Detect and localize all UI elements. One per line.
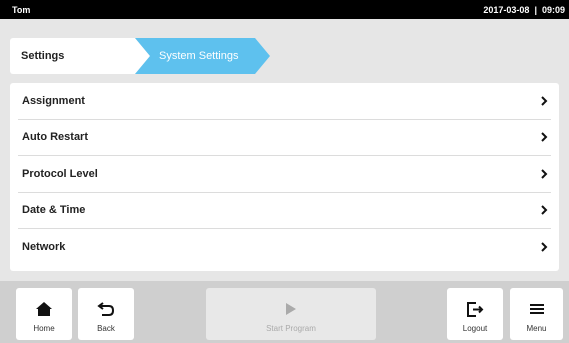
settings-item-label: Protocol Level	[22, 167, 98, 180]
chevron-right-icon	[537, 240, 551, 254]
start-program-button[interactable]: Start Program	[206, 288, 376, 340]
status-bar: Tom 2017-03-08 | 09:09	[0, 0, 569, 19]
logout-icon	[466, 296, 484, 322]
settings-item-date-time[interactable]: Date & Time	[18, 193, 551, 229]
status-date: 2017-03-08	[483, 5, 530, 15]
home-label: Home	[33, 324, 55, 333]
home-icon	[35, 296, 53, 322]
breadcrumb-settings[interactable]: Settings	[10, 38, 150, 74]
back-arrow-icon	[97, 296, 115, 322]
status-datetime: 2017-03-08 | 09:09	[483, 5, 565, 15]
chevron-right-icon	[537, 130, 551, 144]
back-button[interactable]: Back	[78, 288, 134, 340]
chevron-right-icon	[537, 94, 551, 108]
chevron-right-icon	[537, 203, 551, 217]
settings-item-assignment[interactable]: Assignment	[18, 83, 551, 120]
settings-item-label: Date & Time	[22, 204, 86, 217]
settings-list: Assignment Auto Restart Protocol Level D…	[10, 83, 559, 271]
chevron-right-icon	[537, 167, 551, 181]
settings-item-auto-restart[interactable]: Auto Restart	[18, 120, 551, 156]
breadcrumb-system-settings: System Settings	[135, 38, 270, 74]
logout-label: Logout	[462, 324, 488, 333]
logout-button[interactable]: Logout	[447, 288, 503, 340]
settings-item-protocol-level[interactable]: Protocol Level	[18, 156, 551, 193]
home-button[interactable]: Home	[16, 288, 72, 340]
start-program-label: Start Program	[266, 324, 316, 333]
menu-button[interactable]: Menu	[510, 288, 563, 340]
settings-item-network[interactable]: Network	[18, 229, 551, 266]
current-user: Tom	[12, 5, 31, 15]
play-icon	[285, 296, 297, 322]
hamburger-menu-icon	[529, 296, 545, 322]
settings-item-label: Assignment	[22, 94, 85, 107]
status-separator: |	[534, 5, 537, 15]
breadcrumb: Settings System Settings	[10, 38, 310, 74]
back-label: Back	[97, 324, 115, 333]
settings-item-label: Network	[22, 241, 66, 254]
settings-item-label: Auto Restart	[22, 131, 89, 144]
status-time: 09:09	[541, 5, 565, 15]
bottom-nav-bar: Home Back Start Program Logout Menu	[0, 281, 569, 343]
menu-label: Menu	[526, 324, 547, 333]
